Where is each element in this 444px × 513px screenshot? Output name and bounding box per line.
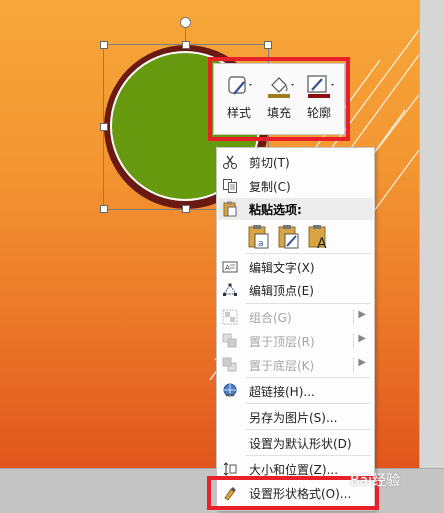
resize-handle-s[interactable] bbox=[182, 205, 190, 213]
resize-handle-w[interactable] bbox=[100, 123, 108, 131]
menu-separator bbox=[245, 455, 371, 456]
menu-item-group: 组合(G) ▶ bbox=[217, 305, 374, 329]
paste-keep-source-format-icon[interactable] bbox=[277, 224, 301, 250]
size-position-icon bbox=[222, 461, 238, 477]
clipboard-icon bbox=[222, 201, 238, 220]
resize-handle-sw[interactable] bbox=[100, 205, 108, 213]
menu-separator bbox=[245, 377, 371, 378]
menu-item-copy[interactable]: 复制(C) bbox=[217, 174, 374, 198]
rotation-handle[interactable] bbox=[180, 17, 191, 28]
menu-separator bbox=[245, 253, 371, 254]
svg-text:a: a bbox=[258, 239, 264, 249]
menu-separator bbox=[245, 403, 371, 404]
submenu-arrow-icon: ▶ bbox=[358, 333, 366, 344]
vertical-scrollbar[interactable] bbox=[419, 0, 444, 468]
edit-points-icon bbox=[222, 282, 238, 298]
menu-item-bring-to-front: 置于顶层(R) ▶ bbox=[217, 329, 374, 353]
menu-item-send-to-back: 置于底层(K) ▶ bbox=[217, 353, 374, 377]
resize-handle-n[interactable] bbox=[182, 41, 190, 49]
group-icon bbox=[222, 309, 238, 325]
menu-item-set-default-shape[interactable]: 设置为默认形状(D) bbox=[217, 431, 374, 455]
svg-text:A: A bbox=[317, 236, 327, 250]
submenu-divider bbox=[353, 357, 354, 373]
edit-text-icon: A bbox=[222, 259, 238, 275]
scissors-icon bbox=[222, 154, 238, 170]
menu-separator bbox=[245, 303, 371, 304]
menu-item-save-as-picture[interactable]: 另存为图片(S)... bbox=[217, 405, 374, 429]
highlight-box-toolbar bbox=[208, 57, 350, 141]
watermark-text: Bai经验 bbox=[350, 473, 401, 489]
submenu-arrow-icon: ▶ bbox=[358, 309, 366, 320]
submenu-arrow-icon: ▶ bbox=[358, 357, 366, 368]
submenu-divider bbox=[353, 309, 354, 325]
hyperlink-icon bbox=[222, 383, 238, 399]
resize-handle-nw[interactable] bbox=[100, 41, 108, 49]
paste-use-destination-theme-icon[interactable]: a bbox=[247, 224, 271, 250]
copy-icon bbox=[222, 178, 238, 194]
submenu-divider bbox=[353, 333, 354, 349]
paste-keep-text-only-icon[interactable]: A bbox=[307, 224, 331, 252]
send-to-back-icon bbox=[222, 357, 238, 373]
bring-to-front-icon bbox=[222, 333, 238, 349]
svg-text:A: A bbox=[225, 264, 230, 272]
menu-item-cut[interactable]: 剪切(T) bbox=[217, 150, 374, 174]
context-menu: 剪切(T) 复制(C) 粘贴选项: a A A 编辑文字(X) 编辑顶点(E) bbox=[216, 147, 375, 511]
menu-item-hyperlink[interactable]: 超链接(H)... bbox=[217, 379, 374, 403]
menu-separator bbox=[245, 429, 371, 430]
paste-options-header: 粘贴选项: bbox=[218, 198, 373, 220]
menu-item-edit-text[interactable]: A 编辑文字(X) bbox=[217, 255, 374, 279]
menu-item-edit-points[interactable]: 编辑顶点(E) bbox=[217, 278, 374, 302]
resize-handle-ne[interactable] bbox=[264, 41, 272, 49]
